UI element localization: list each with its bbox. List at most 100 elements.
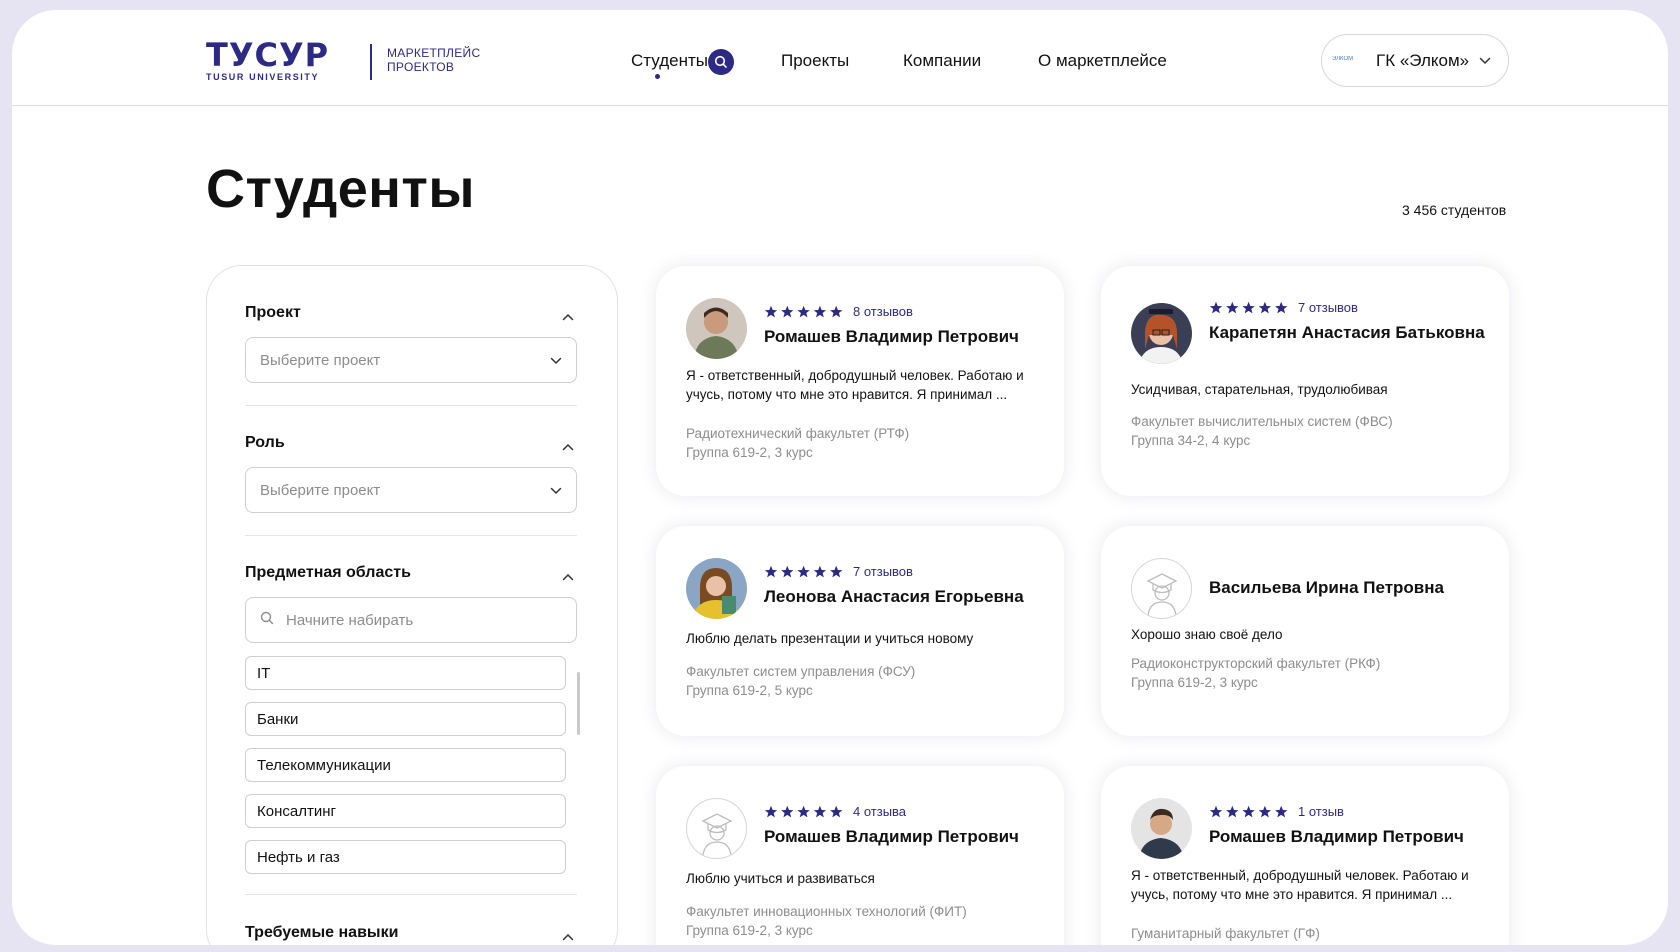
star-icon xyxy=(1226,805,1239,817)
star-icon xyxy=(781,805,794,817)
nav-projects[interactable]: Проекты xyxy=(781,51,849,71)
student-avatar xyxy=(1131,303,1192,364)
star-icon xyxy=(1275,805,1288,817)
student-description: Усидчивая, старательная, трудолюбивая xyxy=(1131,382,1388,397)
star-icon xyxy=(764,565,778,577)
student-card[interactable]: 4 отзыва Ромашев Владимир Петрович Люблю… xyxy=(656,766,1064,945)
reviews-count[interactable]: 4 отзыва xyxy=(853,804,906,819)
student-faculty: Радиотехнический факультет (РТФ) xyxy=(686,426,910,441)
student-group: Группа 619-2, 5 курс xyxy=(686,683,813,698)
chevron-up-icon[interactable] xyxy=(562,928,574,945)
logo-tagline-line-2: проектов xyxy=(387,60,455,74)
domain-option[interactable]: Банки xyxy=(245,702,566,736)
domain-option[interactable]: Консалтинг xyxy=(245,794,566,828)
logo-wordmark: ТУСУР xyxy=(206,36,330,74)
filter-divider xyxy=(245,535,577,536)
filter-divider xyxy=(245,405,577,406)
student-faculty: Гуманитарный факультет (ГФ) xyxy=(1131,926,1320,941)
star-icon xyxy=(1242,301,1255,313)
student-faculty: Факультет вычислительных систем (ФВС) xyxy=(1131,414,1393,429)
student-name[interactable]: Ромашев Владимир Петрович xyxy=(764,825,1054,849)
logo-tagline: Маркетплейс проектов xyxy=(387,46,480,74)
graduate-placeholder-icon xyxy=(686,798,747,859)
filter-domain-title: Предметная область xyxy=(245,564,411,581)
student-card[interactable]: 7 отзывов Карапетян Анастасия Батьковна … xyxy=(1101,266,1509,496)
student-avatar xyxy=(686,558,747,619)
rating-stars: 7 отзывов xyxy=(764,564,913,579)
star-icon xyxy=(1275,301,1288,313)
student-name[interactable]: Ромашев Владимир Петрович xyxy=(764,325,1054,349)
star-icon xyxy=(813,305,827,317)
domain-search-placeholder: Начните набирать xyxy=(286,611,414,629)
chevron-up-icon[interactable] xyxy=(562,438,574,456)
rating-stars: 7 отзывов xyxy=(1209,300,1358,315)
student-avatar xyxy=(1131,798,1192,859)
student-faculty: Факультет инновационных технологий (ФИТ) xyxy=(686,904,967,919)
nav-about[interactable]: О маркетплейсе xyxy=(1038,51,1167,71)
reviews-count[interactable]: 7 отзывов xyxy=(1298,300,1358,315)
active-nav-indicator xyxy=(655,74,660,79)
domain-search-input[interactable]: Начните набирать xyxy=(245,597,577,643)
reviews-count[interactable]: 1 отзыв xyxy=(1298,804,1344,819)
student-description: Хорошо знаю своё дело xyxy=(1131,627,1283,642)
star-icon xyxy=(797,305,810,317)
star-icon xyxy=(813,805,827,817)
chevron-down-icon xyxy=(550,352,562,369)
chevron-down-icon xyxy=(1479,52,1491,70)
role-select-placeholder: Выберите проект xyxy=(260,481,381,499)
star-icon xyxy=(1209,301,1223,313)
filter-project-title: Проект xyxy=(245,304,301,321)
logo-divider xyxy=(370,44,372,80)
filter-role-title: Роль xyxy=(245,434,285,451)
search-icon xyxy=(260,611,286,629)
student-group: Группа 619-2, 3 курс xyxy=(1131,675,1258,690)
domain-list-scrollbar[interactable] xyxy=(577,672,580,735)
domain-option[interactable]: Телекоммуникации xyxy=(245,748,566,782)
reviews-count[interactable]: 7 отзывов xyxy=(853,564,913,579)
chevron-up-icon[interactable] xyxy=(562,308,574,326)
filters-panel: Проект Выберите проект Роль Выберите про… xyxy=(206,265,618,945)
university-logo[interactable]: ТУСУР TUSUR UNIVERSITY xyxy=(206,36,330,82)
star-icon xyxy=(1242,805,1255,817)
filter-skills-title: Требуемые навыки xyxy=(245,924,399,941)
student-card[interactable]: 8 отзывов Ромашев Владимир Петрович Я - … xyxy=(656,266,1064,496)
nav-students[interactable]: Студенты xyxy=(631,51,708,71)
student-description: Я - ответственный, добродушный человек. … xyxy=(686,368,1024,402)
student-description: Люблю делать презентации и учиться новом… xyxy=(686,631,974,646)
chevron-up-icon[interactable] xyxy=(562,568,574,586)
domain-option[interactable]: IT xyxy=(245,656,566,690)
star-icon xyxy=(1209,805,1223,817)
student-name[interactable]: Леонова Анастасия Егорьевна xyxy=(764,585,1054,609)
star-icon xyxy=(797,565,810,577)
student-card[interactable]: 7 отзывов Леонова Анастасия Егорьевна Лю… xyxy=(656,526,1064,736)
role-select[interactable]: Выберите проект xyxy=(245,467,577,513)
company-switcher[interactable]: ЭЛКОМ ГК «Элком» xyxy=(1321,34,1509,87)
logo-tagline-line-1: Маркетплейс xyxy=(387,46,481,60)
search-icon[interactable] xyxy=(708,49,734,75)
reviews-count[interactable]: 8 отзывов xyxy=(853,304,913,319)
page-title: Студенты xyxy=(206,159,475,219)
app-window: ТУСУР TUSUR UNIVERSITY Маркетплейс проек… xyxy=(12,10,1668,945)
student-card[interactable]: 1 отзыв Ромашев Владимир Петрович Я - от… xyxy=(1101,766,1509,945)
student-name[interactable]: Ромашев Владимир Петрович xyxy=(1209,825,1499,849)
star-icon xyxy=(830,305,843,317)
student-name[interactable]: Карапетян Анастасия Батьковна xyxy=(1209,321,1499,345)
chevron-down-icon xyxy=(550,482,562,499)
rating-stars: 8 отзывов xyxy=(764,304,913,319)
rating-stars: 4 отзыва xyxy=(764,804,906,819)
star-icon xyxy=(764,305,778,317)
rating-stars: 1 отзыв xyxy=(1209,804,1344,819)
star-icon xyxy=(830,805,843,817)
star-icon xyxy=(1258,301,1272,313)
student-group: Группа 34-2, 4 курс xyxy=(1131,433,1251,448)
student-name[interactable]: Васильева Ирина Петровна xyxy=(1209,576,1499,600)
student-description: Я - ответственный, добродушный человек. … xyxy=(1131,868,1469,902)
nav-companies[interactable]: Компании xyxy=(903,51,981,71)
star-icon xyxy=(1258,805,1272,817)
student-card[interactable]: Васильева Ирина Петровна Хорошо знаю сво… xyxy=(1101,526,1509,736)
star-icon xyxy=(797,805,810,817)
domain-option[interactable]: Нефть и газ xyxy=(245,840,566,874)
logo-subtitle: TUSUR UNIVERSITY xyxy=(206,72,320,82)
student-group: Группа 619-2, 3 курс xyxy=(686,923,813,938)
project-select[interactable]: Выберите проект xyxy=(245,337,577,383)
